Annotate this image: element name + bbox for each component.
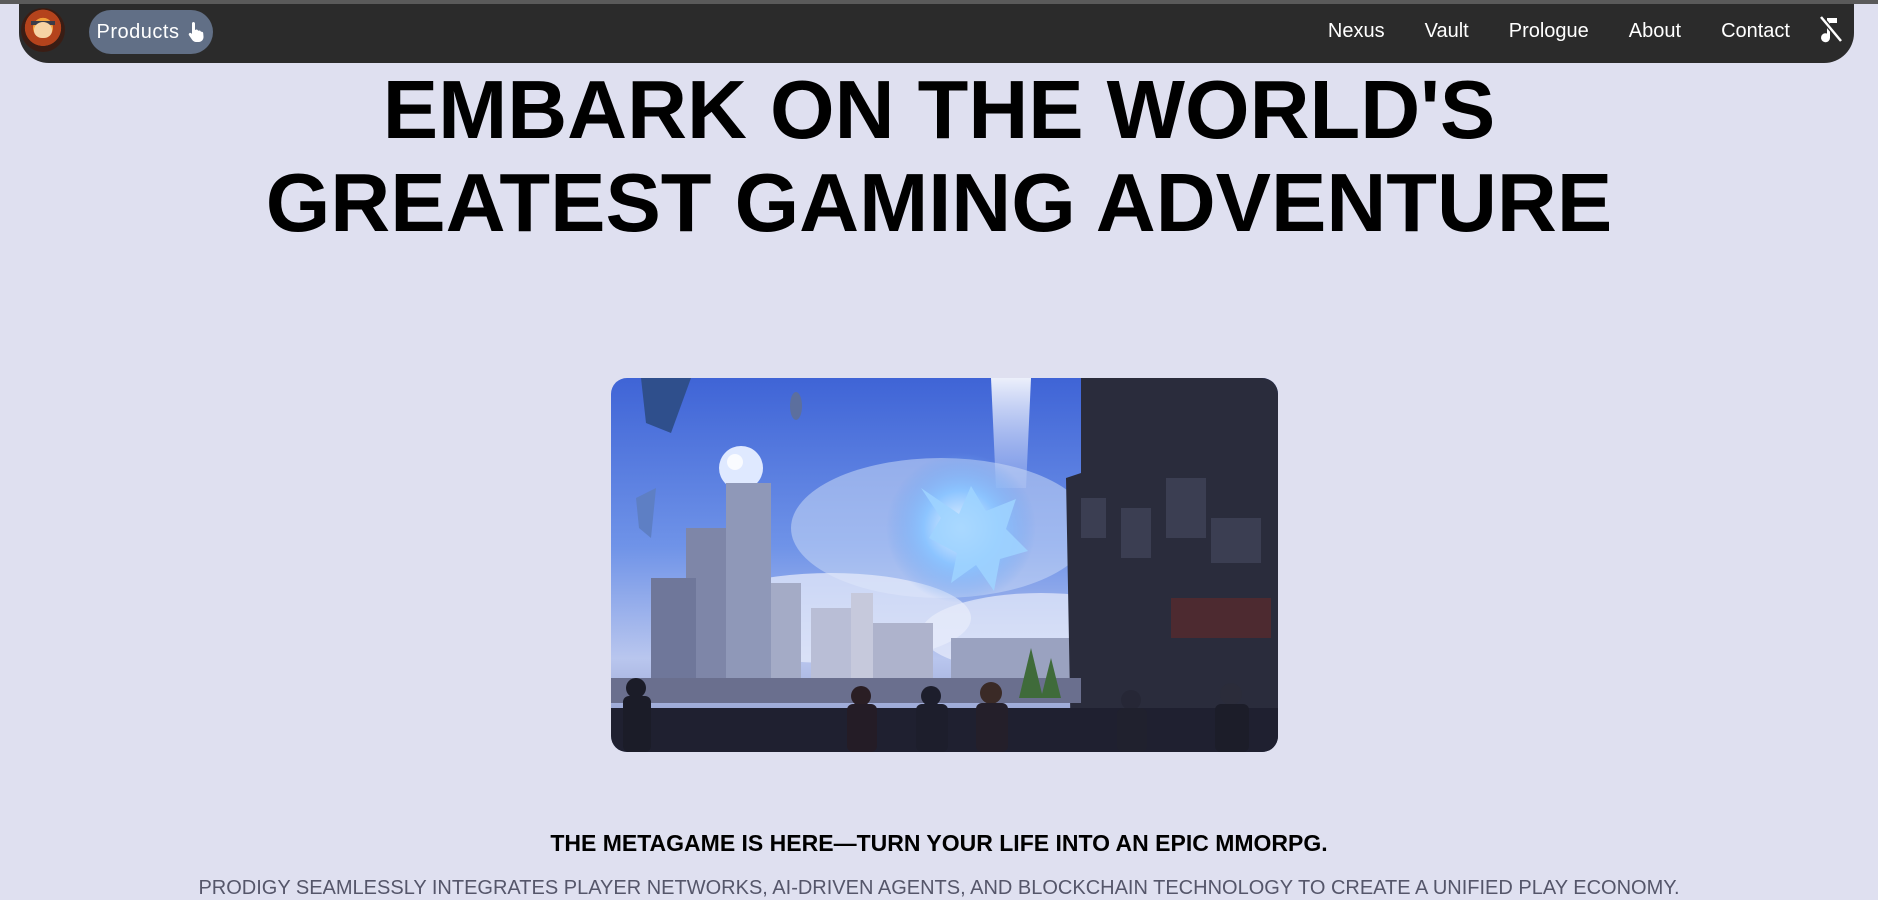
hero-title-line-2: GREATEST GAMING ADVENTURE <box>265 156 1613 249</box>
subheading: THE METAGAME IS HERE—TURN YOUR LIFE INTO… <box>550 830 1328 856</box>
fantasy-city-artwork <box>611 378 1278 752</box>
pointer-hand-icon <box>189 22 204 42</box>
hero-title-line-1: EMBARK ON THE WORLD'S <box>382 63 1496 156</box>
avatar-face <box>34 22 52 38</box>
nav-link-contact[interactable]: Contact <box>1721 20 1790 43</box>
nav-link-prologue[interactable]: Prologue <box>1509 20 1589 43</box>
nav-link-about[interactable]: About <box>1629 20 1681 43</box>
nav-links: Nexus Vault Prologue About Contact <box>1288 4 1790 58</box>
navbar: Products Nexus Vault Prologue About Cont… <box>19 4 1854 63</box>
products-button-label: Products <box>96 20 180 43</box>
logo-avatar-icon[interactable] <box>21 8 65 52</box>
hero-image <box>611 378 1278 752</box>
nav-link-nexus[interactable]: Nexus <box>1328 20 1385 43</box>
description-text: PRODIGY SEAMLESSLY INTEGRATES PLAYER NET… <box>198 877 1680 899</box>
nav-link-vault[interactable]: Vault <box>1425 20 1469 43</box>
products-button[interactable]: Products <box>89 10 213 54</box>
hero-title: EMBARK ON THE WORLD'S GREATEST GAMING AD… <box>0 63 1878 249</box>
music-muted-icon[interactable] <box>1818 14 1844 44</box>
